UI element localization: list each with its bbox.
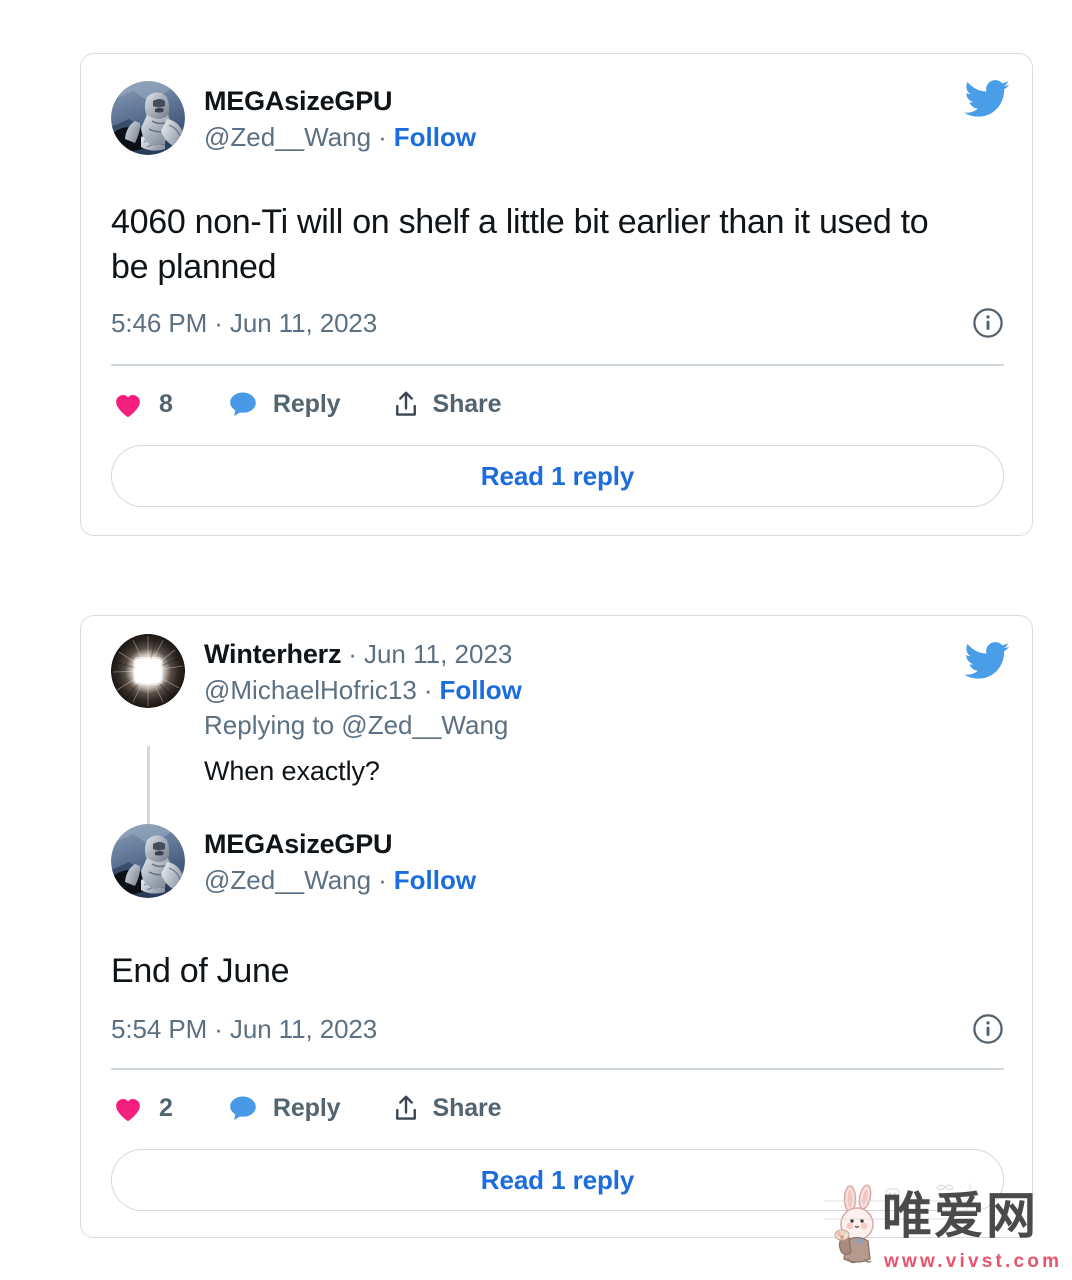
card-1-display-name[interactable]: MEGAsizeGPU [204, 85, 476, 118]
card-2-handle[interactable]: @Zed__Wang [204, 863, 371, 897]
card-2-quoted-follow-link[interactable]: Follow [439, 673, 521, 707]
card-1-like-count: 8 [159, 389, 173, 418]
speech-bubble-icon[interactable] [227, 388, 259, 420]
card-1-handle[interactable]: @Zed__Wang [204, 120, 371, 154]
card-2-separator: · [378, 864, 387, 895]
knight-armor-avatar[interactable] [111, 81, 185, 155]
card-2-quoted-author-text: Winterherz · Jun 11, 2023 @MichaelHofric… [204, 634, 522, 789]
share-upload-icon[interactable] [391, 1092, 421, 1124]
card-2-quoted-author-header: Winterherz · Jun 11, 2023 @MichaelHofric… [111, 634, 522, 789]
card-2-timestamp: 5:54 PM · Jun 11, 2023 [111, 1013, 378, 1044]
tweet-card-2[interactable]: Winterherz · Jun 11, 2023 @MichaelHofric… [80, 615, 1033, 1238]
card-2-quoted-date: Jun 11, 2023 [363, 639, 513, 669]
card-2-tweet-text: End of June [111, 952, 290, 990]
card-2-inner: Winterherz · Jun 11, 2023 @MichaelHofric… [81, 616, 1032, 1237]
info-circle-icon[interactable] [972, 307, 1004, 339]
card-1-divider [111, 364, 1004, 366]
card-1-actions: 8 Reply Share [111, 387, 502, 421]
card-1-author-header: MEGAsizeGPU @Zed__Wang · Follow [111, 81, 476, 155]
card-2-author-text: MEGAsizeGPU @Zed__Wang · Follow [204, 824, 476, 897]
card-2-quoted-handle-separator: · [423, 674, 433, 705]
tweet-card-1[interactable]: MEGAsizeGPU @Zed__Wang · Follow 4060 non… [80, 53, 1033, 536]
card-2-reply-button[interactable]: Reply [227, 1092, 341, 1124]
card-2-timestamp-row: 5:54 PM · Jun 11, 2023 [111, 1013, 1004, 1045]
card-2-like-button[interactable]: 2 [111, 1091, 173, 1125]
tweet-screenshot-page: MEGAsizeGPU @Zed__Wang · Follow 4060 non… [0, 0, 1072, 1280]
card-1-separator: · [378, 121, 387, 152]
card-2-quoted-separator: · [348, 639, 357, 669]
card-1-timestamp-row: 5:46 PM · Jun 11, 2023 [111, 307, 1004, 339]
site-watermark: 唯爱网 www.vivst.com [824, 1183, 1064, 1275]
speech-bubble-icon[interactable] [227, 1092, 259, 1124]
card-2-share-label: Share [432, 1093, 502, 1122]
card-2-divider [111, 1068, 1004, 1070]
knight-armor-avatar[interactable] [111, 824, 185, 898]
watermark-url: www.vivst.com [884, 1251, 1063, 1272]
card-2-reply-label: Reply [272, 1093, 341, 1122]
card-2-share-button[interactable]: Share [391, 1092, 502, 1124]
info-circle-icon[interactable] [972, 1013, 1004, 1045]
card-1-reply-label: Reply [272, 389, 341, 418]
card-1-handle-line: @Zed__Wang · Follow [204, 120, 476, 154]
card-1-reply-button[interactable]: Reply [227, 388, 341, 420]
card-2-handle-line: @Zed__Wang · Follow [204, 863, 476, 897]
card-2-quoted-display-name[interactable]: Winterherz [204, 638, 341, 671]
card-1-like-button[interactable]: 8 [111, 387, 173, 421]
card-2-actions: 2 Reply Share [111, 1091, 502, 1125]
heart-icon[interactable] [111, 1091, 145, 1125]
card-1-inner: MEGAsizeGPU @Zed__Wang · Follow 4060 non… [81, 54, 1032, 535]
card-1-timestamp: 5:46 PM · Jun 11, 2023 [111, 307, 378, 338]
card-1-author-text: MEGAsizeGPU @Zed__Wang · Follow [204, 81, 476, 154]
card-2-like-count: 2 [159, 1093, 173, 1122]
card-2-quoted-reply-text: When exactly? [204, 755, 380, 786]
card-2-follow-link[interactable]: Follow [394, 863, 476, 897]
heart-icon[interactable] [111, 387, 145, 421]
card-1-follow-link[interactable]: Follow [394, 120, 476, 154]
watermark-brand-cn: 唯爱网 [882, 1187, 1038, 1245]
twitter-bird-icon[interactable] [964, 638, 1010, 684]
card-2-replying-to[interactable]: Replying to @Zed__Wang [204, 708, 522, 742]
card-1-read-replies-button[interactable]: Read 1 reply [111, 445, 1004, 507]
card-2-display-name[interactable]: MEGAsizeGPU [204, 828, 476, 861]
card-1-tweet-text: 4060 non-Ti will on shelf a little bit e… [111, 203, 929, 287]
card-2-author-header: MEGAsizeGPU @Zed__Wang · Follow [111, 824, 476, 898]
card-2-quoted-handle-line: @MichaelHofric13 · Follow [204, 673, 522, 707]
card-1-share-label: Share [432, 389, 502, 418]
twitter-bird-icon[interactable] [964, 76, 1010, 122]
card-1-share-button[interactable]: Share [391, 388, 502, 420]
share-upload-icon[interactable] [391, 388, 421, 420]
dark-eye-glow-avatar[interactable] [111, 634, 185, 708]
card-2-quoted-handle[interactable]: @MichaelHofric13 [204, 673, 417, 707]
card-2-quoted-name-line: Winterherz · Jun 11, 2023 [204, 638, 522, 671]
